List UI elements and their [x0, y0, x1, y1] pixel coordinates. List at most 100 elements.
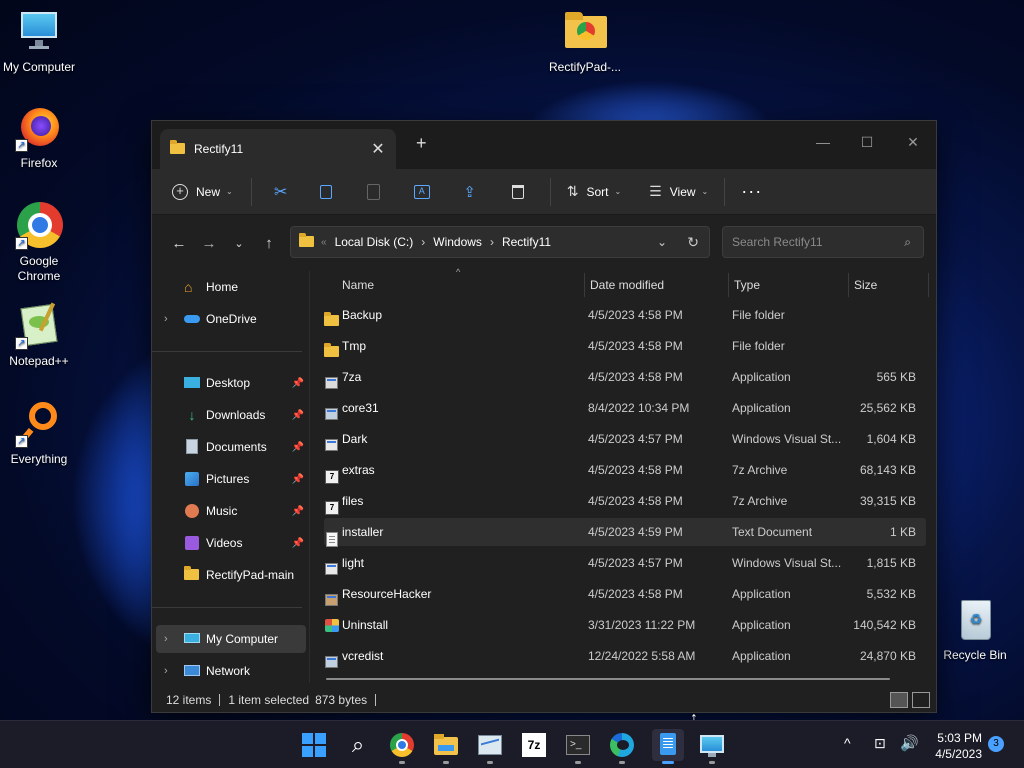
new-tab-button[interactable]: +	[416, 133, 427, 154]
title-bar[interactable]: Rectify11 ✕ + — ☐ ✕	[152, 121, 936, 169]
nav-item-home[interactable]: ⌂ Home	[156, 273, 306, 301]
nav-item-music[interactable]: Music 📌	[156, 497, 306, 525]
resource-monitor-icon[interactable]	[476, 731, 504, 759]
nav-item-my-computer[interactable]: › My Computer	[156, 625, 306, 653]
start-icon[interactable]	[300, 731, 328, 759]
file-row[interactable]: core31 8/4/2022 10:34 PM Application 25,…	[324, 394, 926, 422]
selection-size: 873 bytes	[315, 693, 368, 707]
refresh-icon[interactable]: ↻	[687, 234, 699, 251]
file-row[interactable]: light 4/5/2023 4:57 PM Windows Visual St…	[324, 549, 926, 577]
share-icon[interactable]: ⇪	[446, 176, 494, 208]
nav-item-desktop[interactable]: Desktop 📌	[156, 369, 306, 397]
expand-chevron-icon[interactable]: ›	[164, 665, 168, 677]
desktop-icon-everything[interactable]: ↗ Everything	[0, 400, 78, 466]
notepad-icon[interactable]	[652, 729, 684, 761]
terminal-icon[interactable]: >_	[564, 731, 592, 759]
notification-badge[interactable]: 3	[988, 736, 1004, 752]
cut-icon[interactable]: ✂	[260, 176, 302, 208]
column-separator[interactable]	[928, 273, 929, 297]
volume-icon[interactable]: 🔊	[900, 734, 919, 768]
file-row[interactable]: Backup 4/5/2023 4:58 PM File folder	[324, 301, 926, 329]
desktop-icon-rectifypad[interactable]: RectifyPad-...	[545, 8, 625, 74]
nav-item-network[interactable]: › Network	[156, 657, 306, 685]
breadcrumb-item[interactable]: Windows	[433, 235, 482, 249]
paste-icon[interactable]	[350, 176, 398, 208]
clock[interactable]: 5:03 PM 4/5/2023	[928, 730, 982, 762]
address-bar[interactable]: « Local Disk (C:) › Windows › Rectify11 …	[290, 226, 710, 258]
network-icon	[184, 663, 200, 679]
desktop-icon-chrome[interactable]: ↗ Google Chrome	[0, 202, 78, 284]
search-icon[interactable]: ⌕	[344, 731, 372, 759]
nav-item-documents[interactable]: Documents 📌	[156, 433, 306, 461]
file-date: 8/4/2022 10:34 PM	[588, 401, 690, 415]
nav-item-videos[interactable]: Videos 📌	[156, 529, 306, 557]
nav-item-pictures[interactable]: Pictures 📌	[156, 465, 306, 493]
pin-icon: 📌	[291, 441, 304, 453]
selection-count: 1 item selected	[228, 693, 310, 707]
column-header-size[interactable]: Size	[854, 271, 877, 299]
horizontal-scrollbar[interactable]	[326, 678, 890, 680]
sort-button[interactable]: ⇅ Sort ⌄	[567, 176, 621, 208]
nav-item-rectifypad-main[interactable]: RectifyPad-main	[156, 561, 306, 589]
tiles-view-icon[interactable]	[912, 692, 930, 708]
column-separator[interactable]	[728, 273, 729, 297]
file-row[interactable]: ResourceHacker 4/5/2023 4:58 PM Applicat…	[324, 580, 926, 608]
overflow-chevron-icon: «	[321, 236, 327, 248]
desktop-icon-my-computer[interactable]: My Computer	[0, 8, 78, 74]
remote-desktop-icon[interactable]	[698, 731, 726, 759]
desktop-icon-notepadpp[interactable]: ↗ Notepad++	[0, 302, 78, 368]
file-row[interactable]: 7 extras 4/5/2023 4:58 PM 7z Archive 68,…	[324, 456, 926, 484]
show-hidden-icons-chevron-icon[interactable]: ^	[844, 735, 851, 768]
column-header-name[interactable]: Name	[342, 271, 374, 299]
network-status-icon[interactable]: ⊡	[874, 735, 886, 768]
edge-icon[interactable]	[608, 731, 636, 759]
details-view-icon[interactable]	[890, 692, 908, 708]
address-dropdown-icon[interactable]: ⌄	[657, 235, 667, 249]
column-separator[interactable]	[848, 273, 849, 297]
recent-locations-chevron-icon[interactable]: ⌄	[224, 237, 254, 250]
file-row[interactable]: 7 files 4/5/2023 4:58 PM 7z Archive 39,3…	[324, 487, 926, 515]
rename-icon[interactable]: A	[398, 176, 446, 208]
up-arrow-icon[interactable]: ↑	[254, 235, 284, 252]
view-button[interactable]: ☰ View ⌄	[649, 176, 708, 208]
column-separator[interactable]	[584, 273, 585, 297]
file-date: 3/31/2023 11:22 PM	[588, 618, 696, 632]
file-row[interactable]: vcredist 12/24/2022 5:58 AM Application …	[324, 642, 926, 670]
desktop-icon-recycle-bin[interactable]: ♻ Recycle Bin	[936, 596, 1014, 662]
file-type: 7z Archive	[732, 463, 788, 477]
forward-arrow-icon[interactable]: →	[194, 235, 224, 252]
breadcrumb-item[interactable]: Rectify11	[502, 235, 551, 249]
tab-rectify11[interactable]: Rectify11 ✕	[160, 129, 396, 169]
copy-icon[interactable]	[302, 176, 350, 208]
delete-icon[interactable]	[494, 176, 542, 208]
file-row[interactable]: 7za 4/5/2023 4:58 PM Application 565 KB	[324, 363, 926, 391]
file-row[interactable]: Dark 4/5/2023 4:57 PM Windows Visual St.…	[324, 425, 926, 453]
chrome-icon[interactable]	[388, 731, 416, 759]
pin-icon: 📌	[291, 537, 304, 549]
file-size: 25,562 KB	[859, 401, 916, 415]
close-tab-icon[interactable]: ✕	[370, 139, 386, 159]
7zip-icon[interactable]: 7z	[520, 731, 548, 759]
expand-chevron-icon[interactable]: ›	[164, 633, 168, 645]
file-explorer-icon[interactable]	[432, 731, 460, 759]
shortcut-arrow-icon: ↗	[15, 435, 28, 448]
back-arrow-icon[interactable]: ←	[164, 235, 194, 252]
nav-item-onedrive[interactable]: › OneDrive	[156, 305, 306, 333]
file-row-selected[interactable]: installer 4/5/2023 4:59 PM Text Document…	[324, 518, 926, 547]
more-options-icon[interactable]: ···	[741, 176, 762, 208]
nav-item-downloads[interactable]: ↓ Downloads 📌	[156, 401, 306, 429]
desktop-icon-firefox[interactable]: ↗ Firefox	[0, 104, 78, 170]
column-header-date-modified[interactable]: Date modified	[590, 271, 664, 299]
file-row[interactable]: Uninstall 3/31/2023 11:22 PM Application…	[324, 611, 926, 639]
breadcrumb-item[interactable]: Local Disk (C:)	[335, 235, 414, 249]
pin-icon: 📌	[291, 377, 304, 389]
file-row[interactable]: Tmp 4/5/2023 4:58 PM File folder	[324, 332, 926, 360]
column-header-type[interactable]: Type	[734, 271, 760, 299]
close-window-button[interactable]: ✕	[890, 127, 936, 157]
minimize-button[interactable]: —	[800, 127, 846, 157]
new-button[interactable]: + New ⌄	[172, 176, 233, 208]
theme-file-icon	[324, 432, 340, 451]
expand-chevron-icon[interactable]: ›	[164, 313, 168, 325]
maximize-button[interactable]: ☐	[844, 127, 890, 157]
search-input[interactable]: Search Rectify11 ⌕	[722, 226, 924, 258]
